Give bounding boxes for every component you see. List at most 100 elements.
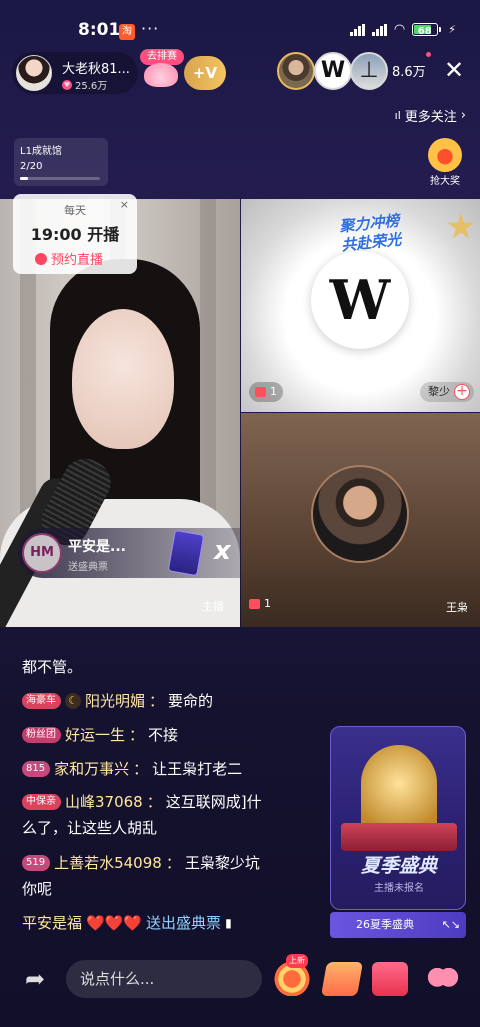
chat-message: 519 上善若水54098：王枭黎少坑 [22, 852, 260, 873]
chat-text: 你呢 [22, 880, 53, 898]
chat-username[interactable]: 家和万事兴 [54, 758, 129, 779]
host-avatar[interactable] [16, 55, 52, 91]
chat-message: 都不管。 [22, 656, 82, 677]
chat-text: 送出盛典票 [146, 914, 222, 932]
signal-2-icon [371, 23, 387, 36]
chat-username[interactable]: 平安是福 [22, 912, 82, 933]
gift-sender-name: 平安是... [68, 539, 126, 555]
chat-text: 王枭黎少坑 [184, 854, 260, 872]
signal-icon [349, 23, 365, 36]
gift-description: 送盛典票 [68, 562, 108, 573]
chat-message: 么了，让这些人胡乱 [22, 817, 157, 838]
user-badge: 815 [22, 760, 51, 777]
more-follow-button[interactable]: ıl 更多关注 › [395, 106, 466, 125]
schedule-card[interactable]: 每天 × 19:00 开播 预约直播 [13, 194, 137, 274]
wifi-icon: ◠ [393, 22, 406, 37]
moon-icon: ☾ [65, 692, 81, 709]
guest-a-name: 黎少 [428, 385, 450, 398]
host-info[interactable]: 大老秋81... ♥ 25.6万 [12, 52, 138, 94]
chat-message: 你呢 [22, 878, 52, 899]
gift-button[interactable] [372, 962, 408, 996]
rank-badge[interactable]: 去排赛 [140, 49, 184, 89]
status-time: 8:01 [78, 20, 121, 40]
activity-button[interactable]: 上新 [274, 954, 310, 996]
chat-text: 么了，让这些人胡乱 [22, 819, 158, 837]
chat-message: 平安是福 ❤️❤️❤️ 送出盛典票 ▮ [22, 912, 232, 933]
chat-username[interactable]: 好运一生 [65, 724, 125, 745]
gift-sender-avatar[interactable]: HM [22, 533, 62, 573]
grab-prize-button[interactable]: 抢大奖 [423, 138, 467, 187]
taobao-icon: 淘 [119, 24, 135, 40]
achievement-progress-fill [20, 177, 28, 180]
more-follow-label: 更多关注 [404, 110, 457, 125]
host-likes: ♥ 25.6万 [62, 77, 107, 92]
chat-username[interactable]: 山峰37068 [65, 791, 143, 812]
follow-button[interactable]: +V [184, 56, 226, 90]
guest-a-gift-count[interactable]: 1 [249, 382, 283, 402]
status-right: ◠ 68 ⚡ [349, 22, 456, 37]
chevron-right-icon: › [460, 108, 466, 123]
lotus-icon [144, 63, 178, 87]
notification-dot [426, 52, 431, 57]
close-button[interactable]: ✕ [440, 56, 468, 84]
schedule-start: 开播 [87, 225, 120, 244]
bottom-bar: ➦ 上新 [0, 950, 480, 1010]
event-bar-label: 26夏季盛典 [356, 918, 414, 931]
comment-input[interactable] [66, 960, 262, 998]
host-likes-count: 25.6万 [75, 81, 108, 92]
guest-b-name[interactable]: 王枭 [446, 599, 468, 615]
expand-icon[interactable]: ↖↘ [442, 912, 460, 938]
add-icon[interactable]: + [454, 384, 470, 400]
schedule-time-value: 19:00 [30, 225, 82, 244]
reserve-live-button[interactable]: 预约直播 [35, 249, 103, 268]
chat-text: 都不管。 [22, 658, 83, 676]
chat-text: 不接 [148, 726, 179, 744]
chat-message: 815 家和万事兴：让王枭打老二 [22, 758, 242, 779]
chat-text: 这互联网成]什 [165, 793, 262, 811]
chat-text: 要命的 [168, 692, 214, 710]
user-badge: 519 [22, 854, 51, 871]
guest-b-gift-number: 1 [264, 597, 271, 610]
guest-video-a[interactable]: 聚力冲榜 共赴荣光 W 1 黎少 + [241, 199, 480, 412]
summer-event-card[interactable]: 夏季盛典 主播未报名 [330, 726, 466, 910]
battery-icon: 68 [412, 23, 442, 37]
event-bar[interactable]: 26夏季盛典 ↖↘ [330, 912, 466, 938]
chat-text: 让王枭打老二 [152, 760, 243, 778]
like-button[interactable] [424, 962, 462, 996]
hearts-icon: ❤️❤️❤️ [86, 913, 143, 932]
heart-icon: ♥ [62, 79, 72, 90]
chat-username[interactable]: 上善若水54098 [54, 852, 162, 873]
viewer-avatar[interactable]: ⊥ [350, 52, 388, 90]
achievement-progress-text: 2/20 [20, 161, 43, 172]
chat-separator: ： [129, 726, 145, 744]
ticket-icon: ▮ [225, 915, 232, 930]
schedule-close-button[interactable]: × [120, 198, 129, 211]
stage-graphic [341, 823, 457, 851]
share-button[interactable]: ➦ [18, 962, 52, 996]
viewer-avatar[interactable] [277, 52, 315, 90]
chat-username[interactable]: 阳光明媚 [85, 690, 145, 711]
achievement-panel[interactable]: L1成就馆 2/20 [14, 138, 108, 186]
status-bar: 8:01 淘 ··· ◠ 68 ⚡ [0, 0, 480, 46]
chat-separator: ： [146, 793, 162, 811]
chat-message: 粉丝团 好运一生：不接 [22, 724, 178, 745]
chat-message: 中保亲 山峰37068：这互联网成]什 [22, 791, 262, 812]
ticket-gift-icon [167, 529, 205, 577]
guest-a-label[interactable]: 黎少 + [420, 382, 474, 402]
user-badge: 中保亲 [22, 793, 61, 810]
gift-icon [255, 387, 266, 397]
viewer-avatar[interactable]: W [314, 52, 352, 90]
new-tag: 上新 [286, 954, 308, 968]
guest-b-gift-count[interactable]: 1 [249, 597, 271, 610]
guest-b-avatar [311, 465, 409, 563]
guest-a-gift-number: 1 [270, 385, 277, 398]
gift-notification: HM 平安是... 送盛典票 x 1 [18, 528, 266, 578]
guest-video-b[interactable]: 1 王枭 [241, 413, 480, 627]
charging-icon: ⚡ [448, 23, 456, 36]
chat-separator: ： [149, 692, 165, 710]
host-label: 主播 [202, 600, 224, 613]
host-figure [72, 309, 174, 449]
gift-fly-button[interactable] [321, 962, 363, 996]
event-title: 夏季盛典 [360, 855, 437, 877]
viewer-count[interactable]: 8.6万 [392, 61, 426, 80]
